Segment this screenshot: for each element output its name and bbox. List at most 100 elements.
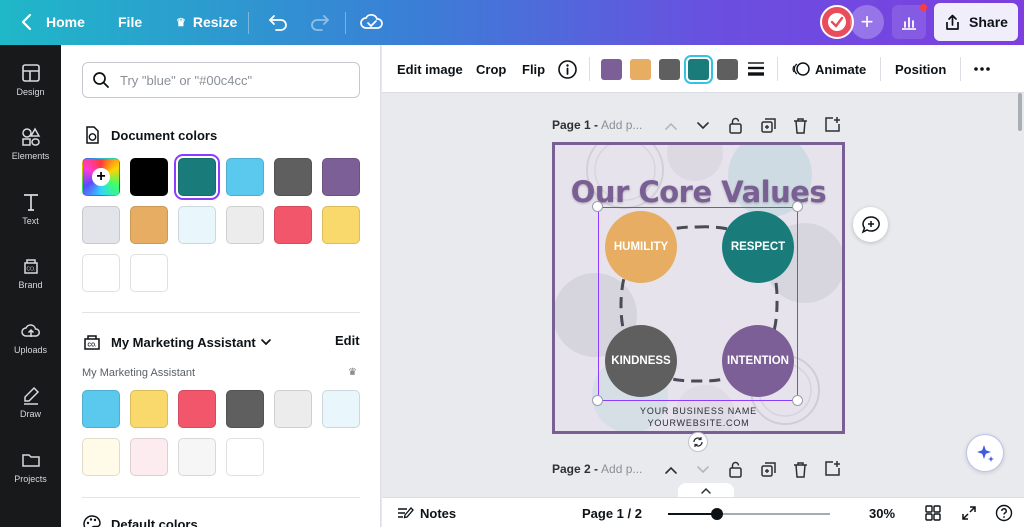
- rail-item-elements[interactable]: Elements: [0, 127, 61, 161]
- trash-icon[interactable]: [793, 461, 808, 483]
- add-comment-icon[interactable]: [853, 207, 888, 242]
- back-chevron-icon[interactable]: [20, 13, 34, 31]
- more-options-icon[interactable]: [973, 61, 991, 82]
- zoom-level[interactable]: 30%: [869, 506, 895, 521]
- add-page-icon[interactable]: [824, 116, 841, 138]
- rail-item-text[interactable]: Text: [0, 192, 61, 226]
- resize-handle[interactable]: [592, 201, 603, 212]
- brand-icon: CO.: [23, 259, 38, 274]
- edit-image-button[interactable]: Edit image: [397, 62, 463, 77]
- rail-item-brand[interactable]: CO. Brand: [0, 256, 61, 290]
- color-swatch[interactable]: [82, 254, 120, 292]
- color-swatch[interactable]: [274, 206, 312, 244]
- page-indicator[interactable]: Page 1 / 2: [582, 506, 642, 521]
- page-1-title-input[interactable]: Add p...: [601, 118, 642, 132]
- animate-button[interactable]: Animate: [815, 62, 866, 77]
- color-search-box[interactable]: [82, 62, 360, 98]
- file-menu-button[interactable]: File: [118, 14, 142, 30]
- chevron-up-icon[interactable]: [664, 119, 678, 137]
- redo-icon[interactable]: [309, 11, 331, 38]
- plus-icon: +: [92, 168, 110, 186]
- vertical-scrollbar[interactable]: [1018, 93, 1022, 131]
- brand-color-swatch[interactable]: [130, 390, 168, 428]
- add-page-icon[interactable]: [824, 460, 841, 482]
- bottom-bar: Notes Page 1 / 2 30%: [382, 497, 1024, 527]
- grid-view-icon[interactable]: [925, 505, 941, 526]
- rail-item-design[interactable]: Design: [0, 63, 61, 97]
- duplicate-page-icon[interactable]: [760, 117, 777, 139]
- crop-button[interactable]: Crop: [476, 62, 506, 77]
- help-icon[interactable]: [995, 504, 1013, 527]
- resize-handle[interactable]: [592, 395, 603, 406]
- toolbar-color-swatch[interactable]: [684, 55, 713, 84]
- lock-icon[interactable]: [728, 117, 743, 139]
- top-bar: Home File ♛ Resize + Share: [0, 0, 1024, 45]
- brand-color-swatch[interactable]: [82, 438, 120, 476]
- brand-color-swatch[interactable]: [274, 390, 312, 428]
- chevron-down-icon[interactable]: [696, 463, 710, 481]
- flip-button[interactable]: Flip: [522, 62, 545, 77]
- resize-button[interactable]: ♛ Resize: [176, 14, 237, 30]
- brand-color-swatch[interactable]: [226, 390, 264, 428]
- page-2-title-input[interactable]: Add p...: [601, 462, 642, 476]
- fullscreen-icon[interactable]: [961, 505, 977, 526]
- brand-color-swatch[interactable]: [178, 438, 216, 476]
- color-swatch[interactable]: [130, 254, 168, 292]
- color-swatch[interactable]: [82, 206, 120, 244]
- brand-color-swatch[interactable]: [322, 390, 360, 428]
- trash-icon[interactable]: [793, 117, 808, 139]
- zoom-slider-knob[interactable]: [710, 508, 723, 520]
- avatar[interactable]: [820, 5, 854, 39]
- chevron-up-icon[interactable]: [664, 463, 678, 481]
- chevron-down-icon[interactable]: [696, 119, 710, 137]
- upload-cloud-icon: [20, 324, 40, 337]
- website-text[interactable]: YOURWEBSITE.COM: [555, 418, 842, 428]
- rail-item-draw[interactable]: Draw: [0, 385, 61, 419]
- lock-icon[interactable]: [728, 461, 743, 483]
- rail-item-uploads[interactable]: Uploads: [0, 321, 61, 355]
- color-swatch[interactable]: [226, 158, 264, 196]
- cloud-saved-icon[interactable]: [360, 11, 384, 38]
- color-swatch[interactable]: [174, 154, 220, 200]
- add-collaborator-icon[interactable]: +: [850, 5, 884, 39]
- share-button[interactable]: Share: [934, 3, 1018, 41]
- page-2-title-bar[interactable]: Page 2 - Add p...: [552, 462, 642, 476]
- toolbar-color-swatch[interactable]: [659, 59, 680, 80]
- brand-color-swatch[interactable]: [130, 438, 168, 476]
- add-color-button[interactable]: +: [82, 158, 120, 196]
- search-input[interactable]: [120, 72, 350, 88]
- line-weight-icon[interactable]: [747, 60, 765, 83]
- home-button[interactable]: Home: [46, 14, 85, 30]
- brand-color-swatch[interactable]: [178, 390, 216, 428]
- magic-sparkle-icon[interactable]: [966, 434, 1004, 472]
- resize-handle[interactable]: [792, 395, 803, 406]
- color-swatch[interactable]: [226, 206, 264, 244]
- page-1-label: Page 1 -: [552, 118, 599, 132]
- brand-color-swatch[interactable]: [82, 390, 120, 428]
- color-swatch[interactable]: [274, 158, 312, 196]
- edit-brand-button[interactable]: Edit: [335, 333, 360, 348]
- undo-icon[interactable]: [267, 11, 289, 38]
- color-swatch[interactable]: [130, 206, 168, 244]
- duplicate-page-icon[interactable]: [760, 461, 777, 483]
- toolbar-color-swatch[interactable]: [601, 59, 622, 80]
- brand-sub-label: My Marketing Assistant: [82, 367, 196, 379]
- color-swatch[interactable]: [322, 158, 360, 196]
- toolbar-color-swatch[interactable]: [630, 59, 651, 80]
- context-toolbar: Edit image Crop Flip Animate Position: [382, 45, 1024, 131]
- info-icon[interactable]: [557, 59, 578, 85]
- selection-box[interactable]: [598, 207, 798, 401]
- rail-item-projects[interactable]: Projects: [0, 450, 61, 484]
- color-swatch[interactable]: [178, 206, 216, 244]
- notes-button[interactable]: Notes: [397, 506, 456, 521]
- color-swatch[interactable]: [322, 206, 360, 244]
- brand-color-swatch[interactable]: [226, 438, 264, 476]
- toolbar-color-swatch[interactable]: [717, 59, 738, 80]
- page-1-title-bar[interactable]: Page 1 - Add p...: [552, 118, 642, 132]
- brand-kit-heading[interactable]: CO. My Marketing Assistant: [82, 332, 282, 352]
- rotate-handle-icon[interactable]: [688, 432, 708, 452]
- position-button[interactable]: Position: [895, 62, 946, 77]
- color-swatch[interactable]: [130, 158, 168, 196]
- business-name-text[interactable]: YOUR BUSINESS NAME: [555, 406, 842, 416]
- resize-handle[interactable]: [792, 201, 803, 212]
